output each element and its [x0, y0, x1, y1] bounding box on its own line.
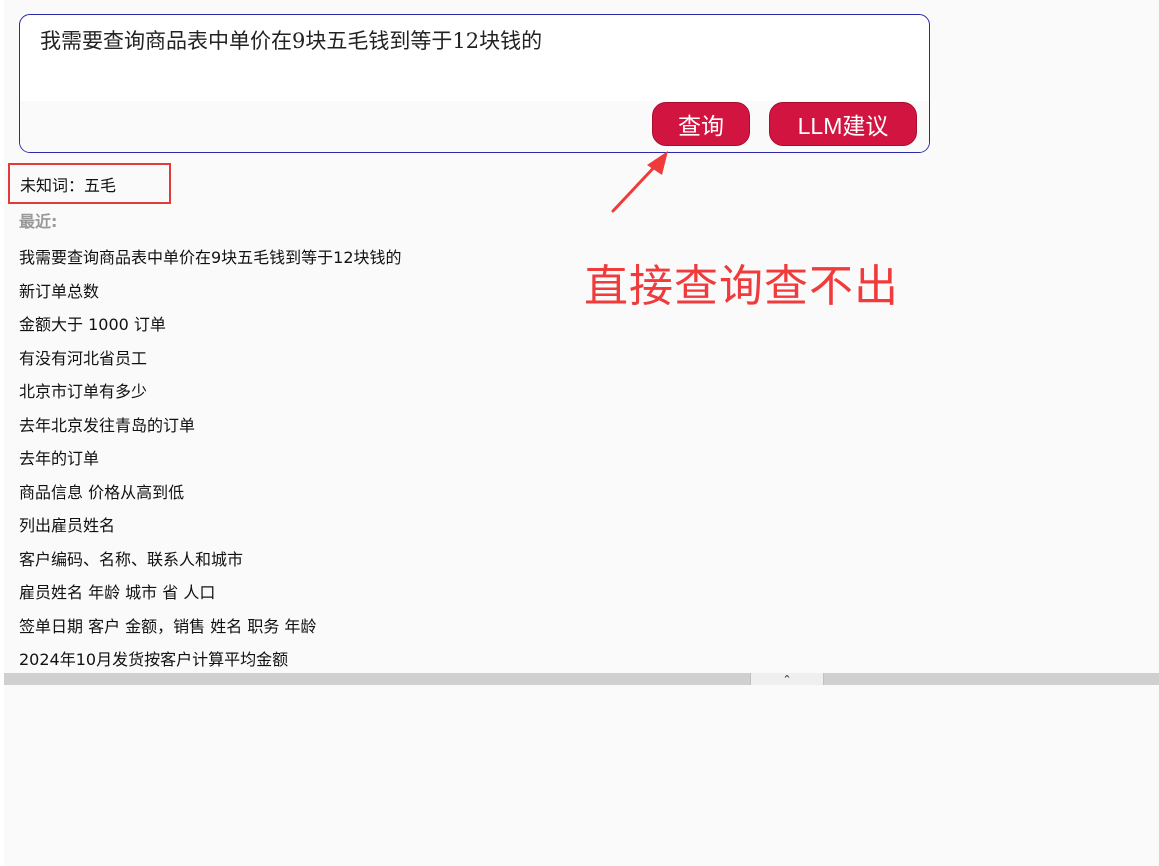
recent-item[interactable]: 商品信息 价格从高到低 — [19, 482, 402, 516]
llm-suggest-button[interactable]: LLM建议 — [769, 102, 917, 146]
recent-query-list: 我需要查询商品表中单价在9块五毛钱到等于12块钱的 新订单总数 金额大于 100… — [19, 247, 402, 683]
unknown-words-label: 未知词：五毛 — [8, 163, 171, 204]
query-input-box[interactable]: 我需要查询商品表中单价在9块五毛钱到等于12块钱的 查询 LLM建议 — [19, 14, 930, 153]
query-button[interactable]: 查询 — [652, 102, 750, 146]
recent-item[interactable]: 列出雇员姓名 — [19, 515, 402, 549]
recent-item[interactable]: 雇员姓名 年龄 城市 省 人口 — [19, 582, 402, 616]
recent-item[interactable]: 北京市订单有多少 — [19, 381, 402, 415]
splitter-toggle-button[interactable]: ⌃ — [750, 672, 824, 686]
annotation-arrow-icon — [611, 151, 668, 213]
app-window: 我需要查询商品表中单价在9块五毛钱到等于12块钱的 查询 LLM建议 未知词：五… — [0, 0, 1159, 866]
query-input-text[interactable]: 我需要查询商品表中单价在9块五毛钱到等于12块钱的 — [40, 25, 542, 55]
recent-item[interactable]: 客户编码、名称、联系人和城市 — [19, 549, 402, 583]
pane-splitter[interactable]: ⌃ — [4, 672, 1159, 686]
annotation-text: 直接查询查不出 — [584, 261, 899, 312]
result-pane — [4, 685, 1159, 866]
recent-item[interactable]: 新订单总数 — [19, 281, 402, 315]
recent-item[interactable]: 有没有河北省员工 — [19, 348, 402, 382]
chevron-up-icon: ⌃ — [782, 672, 792, 686]
recent-item[interactable]: 签单日期 客户 金额，销售 姓名 职务 年龄 — [19, 616, 402, 650]
recent-item[interactable]: 我需要查询商品表中单价在9块五毛钱到等于12块钱的 — [19, 247, 402, 281]
recent-item[interactable]: 去年的订单 — [19, 448, 402, 482]
recent-heading: 最近: — [19, 212, 58, 231]
recent-item[interactable]: 金额大于 1000 订单 — [19, 314, 402, 348]
recent-item[interactable]: 去年北京发往青岛的订单 — [19, 415, 402, 449]
